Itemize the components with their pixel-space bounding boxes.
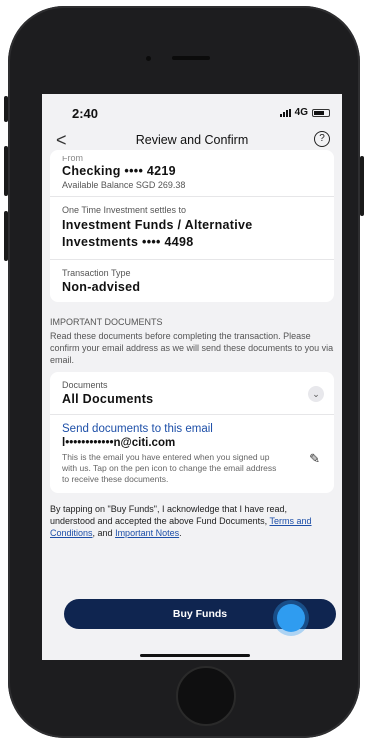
to-section: One Time Investment settles to Investmen… [50,197,334,260]
power-button [360,156,364,216]
documents-dropdown[interactable]: Documents All Documents ⌄ [50,372,334,415]
home-button[interactable] [176,666,236,726]
email-description: This is the email you have entered when … [62,452,277,484]
important-documents-heading: IMPORTANT DOCUMENTS [50,317,163,327]
status-indicators: 4G [279,107,330,118]
from-section: From Checking •••• 4219 Available Balanc… [50,150,334,197]
home-indicator [140,654,250,657]
important-documents-text: Read these documents before completing t… [50,331,334,365]
ack-text-2: , and [92,528,116,538]
acknowledgement-text: By tapping on "Buy Funds", I acknowledge… [42,493,342,539]
help-icon[interactable]: ? [314,131,330,147]
chevron-down-icon[interactable]: ⌄ [308,386,324,402]
front-camera [146,56,151,61]
status-time: 2:40 [72,106,99,121]
email-value: l••••••••••••n@citi.com [62,437,176,449]
available-balance: Available Balance SGD 269.38 [62,180,186,190]
page-title: Review and Confirm [135,133,249,147]
transaction-type-section: Transaction Type Non-advised [50,260,334,302]
transaction-type-value: Non-advised [62,280,141,294]
to-label: One Time Investment settles to [62,205,187,215]
signal-icon [279,108,291,117]
volume-down-button [4,211,8,261]
pen-icon[interactable]: ✎ [309,451,320,467]
transaction-type-label: Transaction Type [62,268,131,278]
email-title: Send documents to this email [62,423,213,435]
ack-text-1: By tapping on "Buy Funds", I acknowledge… [50,504,288,526]
status-bar: 2:40 4G [42,94,342,122]
documents-value: All Documents [62,392,154,406]
from-account: Checking •••• 4219 [62,164,176,178]
documents-card: Documents All Documents ⌄ Send documents… [50,372,334,493]
nav-header: < Review and Confirm ? [42,122,342,156]
transaction-summary-card: From Checking •••• 4219 Available Balanc… [50,150,334,302]
important-notes-link[interactable]: Important Notes [115,528,179,538]
ack-text-3: . [179,528,182,538]
battery-icon [312,108,330,117]
to-account: Investment Funds / Alternative Investmen… [62,218,253,249]
touch-indicator [277,604,305,632]
email-section: Send documents to this email l••••••••••… [50,415,334,493]
earpiece-speaker [172,56,210,60]
network-type: 4G [294,107,308,118]
silent-switch [4,96,8,122]
volume-up-button [4,146,8,196]
phone-screen: 2:40 4G < Review and Confirm ? From Chec… [42,94,342,660]
important-documents-section: IMPORTANT DOCUMENTS Read these documents… [42,302,342,372]
phone-frame: 2:40 4G < Review and Confirm ? From Chec… [4,6,364,738]
from-label: From [62,156,83,162]
documents-label: Documents [62,380,108,390]
